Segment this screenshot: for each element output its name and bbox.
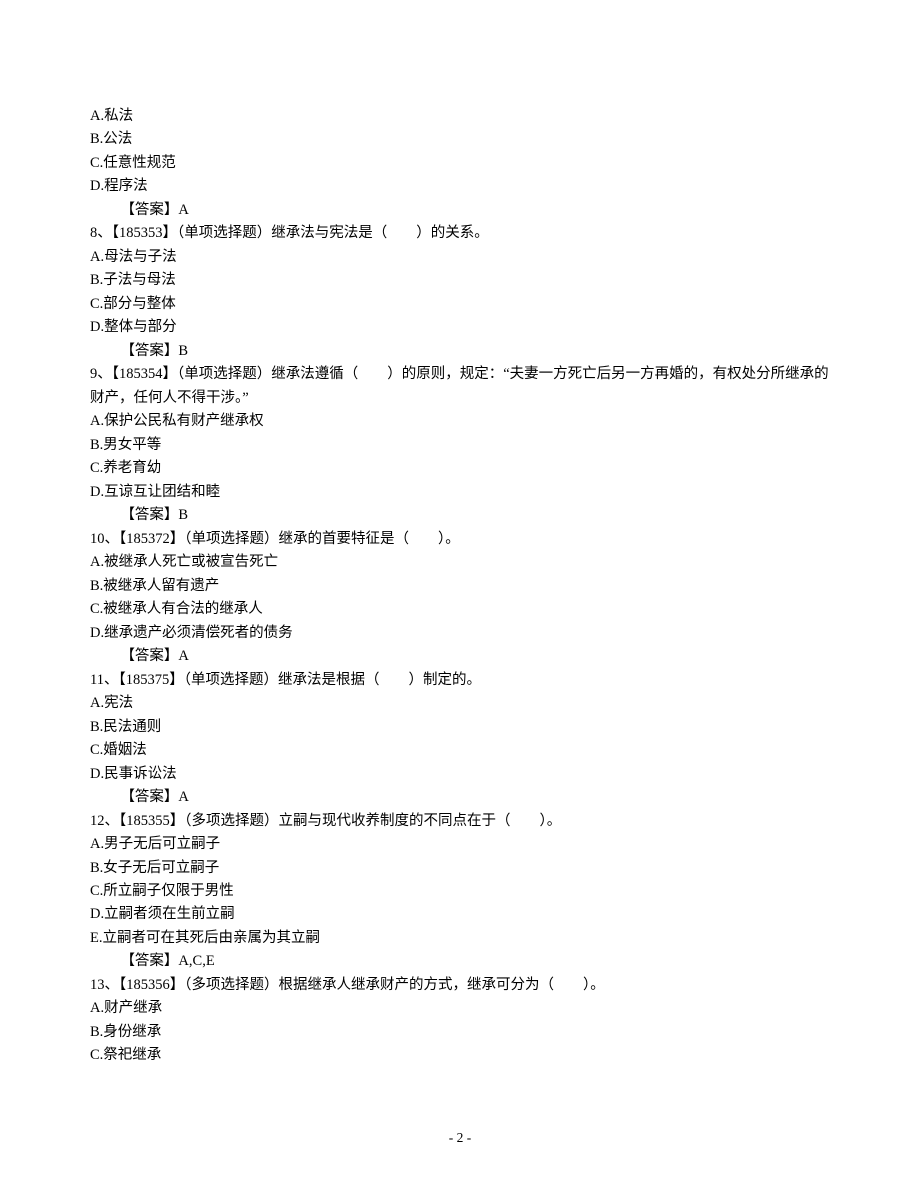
q11-stem: 11、【185375】（单项选择题）继承法是根据（ ）制定的。 xyxy=(90,669,830,692)
q13-stem: 13、【185356】（多项选择题）根据继承人继承财产的方式，继承可分为（ ）。 xyxy=(90,974,830,997)
page-number: - 2 - xyxy=(0,1127,920,1149)
q9-option-a: A.保护公民私有财产继承权 xyxy=(90,410,830,433)
q9-option-b: B.男女平等 xyxy=(90,434,830,457)
q7-answer: 【答案】A xyxy=(90,199,830,222)
q10-stem: 10、【185372】（单项选择题）继承的首要特征是（ ）。 xyxy=(90,528,830,551)
q7-option-a: A.私法 xyxy=(90,105,830,128)
q10-option-b: B.被继承人留有遗产 xyxy=(90,575,830,598)
q9-option-d: D.互谅互让团结和睦 xyxy=(90,481,830,504)
q11-option-d: D.民事诉讼法 xyxy=(90,763,830,786)
q10-answer: 【答案】A xyxy=(90,645,830,668)
q11-option-c: C.婚姻法 xyxy=(90,739,830,762)
q8-stem: 8、【185353】（单项选择题）继承法与宪法是（ ）的关系。 xyxy=(90,222,830,245)
q10-option-a: A.被继承人死亡或被宣告死亡 xyxy=(90,551,830,574)
q7-option-d: D.程序法 xyxy=(90,175,830,198)
document-page: A.私法 B.公法 C.任意性规范 D.程序法 【答案】A 8、【185353】… xyxy=(0,0,920,1191)
q10-option-d: D.继承遗产必须清偿死者的债务 xyxy=(90,622,830,645)
q10-option-c: C.被继承人有合法的继承人 xyxy=(90,598,830,621)
q12-stem: 12、【185355】（多项选择题）立嗣与现代收养制度的不同点在于（ ）。 xyxy=(90,810,830,833)
q9-stem: 9、【185354】（单项选择题）继承法遵循（ ）的原则，规定：“夫妻一方死亡后… xyxy=(90,363,830,410)
q12-option-a: A.男子无后可立嗣子 xyxy=(90,833,830,856)
q12-option-b: B.女子无后可立嗣子 xyxy=(90,857,830,880)
q12-option-c: C.所立嗣子仅限于男性 xyxy=(90,880,830,903)
q12-answer: 【答案】A,C,E xyxy=(90,950,830,973)
q9-answer: 【答案】B xyxy=(90,504,830,527)
q11-option-b: B.民法通则 xyxy=(90,716,830,739)
q8-option-b: B.子法与母法 xyxy=(90,269,830,292)
q8-option-d: D.整体与部分 xyxy=(90,316,830,339)
q8-option-a: A.母法与子法 xyxy=(90,246,830,269)
q9-option-c: C.养老育幼 xyxy=(90,457,830,480)
q8-answer: 【答案】B xyxy=(90,340,830,363)
q8-option-c: C.部分与整体 xyxy=(90,293,830,316)
q12-option-e: E.立嗣者可在其死后由亲属为其立嗣 xyxy=(90,927,830,950)
q12-option-d: D.立嗣者须在生前立嗣 xyxy=(90,903,830,926)
q13-option-a: A.财产继承 xyxy=(90,997,830,1020)
q13-option-c: C.祭祀继承 xyxy=(90,1044,830,1067)
q11-option-a: A.宪法 xyxy=(90,692,830,715)
q7-option-c: C.任意性规范 xyxy=(90,152,830,175)
q7-option-b: B.公法 xyxy=(90,128,830,151)
q11-answer: 【答案】A xyxy=(90,786,830,809)
q13-option-b: B.身份继承 xyxy=(90,1021,830,1044)
